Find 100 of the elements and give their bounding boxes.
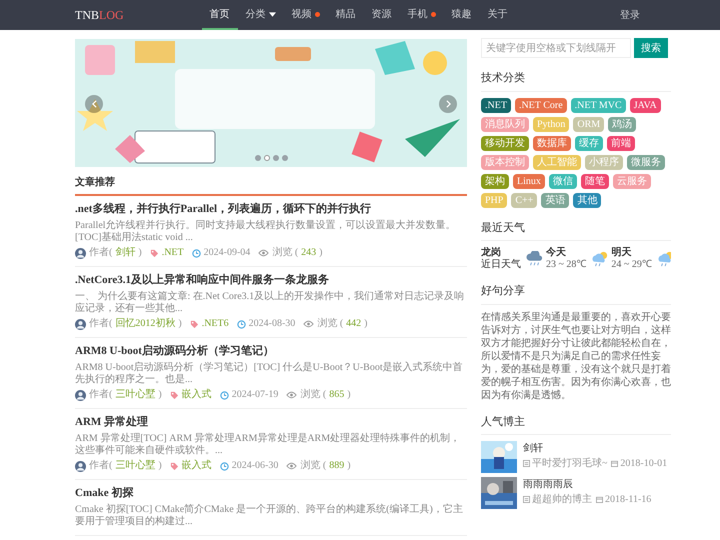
category-tag[interactable]: 数据库 [533,136,571,150]
article-tag-link[interactable]: .NET [162,247,184,259]
category-tag[interactable]: 人工智能 [533,154,581,170]
article-date: 2024-08-30 [248,318,296,330]
blogger-motto: 超超帅的博主 [532,494,592,505]
calendar-icon [596,496,603,503]
login-link[interactable]: 登录 [620,8,640,22]
category-tag[interactable]: 消息队列 [481,116,529,132]
author-label: ) [138,247,142,259]
views-label: ) [347,389,351,401]
category-tag[interactable]: 小程序 [585,154,623,170]
views-label: 浏览 ( [272,247,298,259]
next-slide-button[interactable] [439,95,457,113]
article-summary: ARM 异常处理[TOC] ARM 异常处理ARM异常处理是ARM处理器处理特殊事件的机制，这些事件可能来自硬件或软件。... [75,433,462,457]
category-tag[interactable]: 缓存 [575,136,603,150]
nav-link[interactable]: 首页 [202,0,238,30]
category-tag[interactable]: 版本控制 [481,154,529,170]
section-title: 技术分类 [481,71,526,86]
nav-link[interactable]: 关于 [480,0,516,30]
category-tag[interactable]: .NET MVC [570,98,626,112]
author-label: 作者( [89,389,112,401]
views-label: 浏览 ( [317,318,344,330]
nav-link[interactable]: 视频 [284,0,328,30]
category-tag[interactable]: JAVA [630,98,661,112]
forecast-day: 今天 [546,247,586,259]
view-count: 865 [329,389,344,401]
search-button[interactable]: 搜索 [634,38,668,58]
article-title[interactable]: .net多线程，并行执行Parallel，列表遍历，循环下的并行执行 [75,202,467,217]
previous-slide-button[interactable] [85,95,103,113]
category-tag[interactable]: .NET [481,98,511,112]
author-link[interactable]: 回忆2012初秋 [115,318,176,330]
author-label: 作者( [89,247,112,259]
category-tag[interactable]: C++ [511,192,538,208]
note-icon [523,496,530,503]
nav-link[interactable]: 猿趣 [444,0,480,30]
section-title: 好句分享 [481,284,526,299]
tag-icon [170,390,179,400]
nav-link[interactable]: 手机 [400,0,444,30]
eye-icon [286,462,298,470]
category-tag[interactable]: 移动开发 [481,136,529,150]
category-tag[interactable]: 微信 [548,174,577,188]
category-tag[interactable]: .NET Core [514,98,567,112]
author-link[interactable]: 剑轩 [115,247,136,259]
author-label: ) [178,318,182,330]
blogger-motto: 平时爱打羽毛球~ [532,458,608,469]
section-title: 最近天气 [481,220,526,236]
view-count: 442 [346,318,362,330]
nav-link[interactable]: 资源 [364,0,400,30]
blogger-date: 2018-10-01 [620,458,668,469]
article-title[interactable]: ARM 异常处理 [75,415,467,430]
category-tag[interactable]: 架构 [481,174,509,188]
category-tag[interactable]: 英语 [541,192,570,208]
section-title: 人气博主 [481,414,526,430]
category-tag[interactable]: 云服务 [612,174,651,188]
avatar-icon [75,248,86,258]
author-label: ) [158,460,162,472]
blogger-name[interactable]: 雨雨雨雨辰 [523,477,652,492]
site-logo[interactable]: TNBLOG [75,9,124,21]
tag-icon [150,248,159,258]
article-summary: ARM8 U-boot启动源码分析（学习笔记）[TOC] 什么是U-Boot？U-Boot是嵌入式系统中首先执行的程序之一。也是... [75,362,464,386]
rain-cloud-icon [526,251,544,267]
article-title[interactable]: .NetCore3.1及以上异常和响应中间件服务一条龙服务 [75,273,467,288]
chevron-right-icon [446,100,450,108]
article-date: 2024-06-30 [232,460,278,472]
article-date: 2024-07-19 [232,389,278,401]
note-icon [523,460,530,467]
sun-rain-cloud-icon [656,251,671,267]
category-tag[interactable]: 其他 [573,192,602,208]
category-tag[interactable]: ORM [573,116,604,132]
clock-icon [220,390,229,400]
article-tag-link[interactable]: 嵌入式 [182,460,212,472]
author-label: 作者( [89,318,112,330]
category-tag[interactable]: Python [533,116,570,132]
category-tag[interactable]: 鸡汤 [608,116,636,132]
views-label: ) [319,247,322,259]
article-summary: Parallel允许线程并行执行。同时支持最大线程执行数量设置，可以设置最大并发数量。 [TOC]基础用法static void ... [75,220,457,244]
blogger-name[interactable]: 剑轩 [523,441,668,456]
forecast-temperature: 24 ~ 29℃ [611,259,652,271]
avatar-icon [75,390,86,400]
article-tag-link[interactable]: 嵌入式 [182,389,212,401]
views-label: 浏览 ( [300,389,326,401]
avatar-icon [75,460,86,472]
article-tag-link[interactable]: .NET6 [202,318,229,330]
category-tag[interactable]: 微服务 [627,154,665,170]
author-label: ) [158,389,162,401]
article-title[interactable]: Cmake 初探 [75,486,467,501]
author-link[interactable]: 三叶心墅 [115,460,156,472]
category-tag[interactable]: Linux [513,174,545,188]
search-field[interactable]: 关键字使用空格或下划线隔开 [481,38,631,58]
article-summary: Cmake 初探[TOC] CMake简介CMake 是一个开源的、跨平台的构建系统(编译工具)，它主要用于管理项目的构建过... [75,504,464,528]
forecast-day: 明天 [611,247,652,259]
nav-link[interactable]: 精品 [328,0,364,30]
category-tag[interactable]: PHP [481,192,508,208]
view-count: 889 [329,460,344,472]
author-link[interactable]: 三叶心墅 [115,389,156,401]
blogger-date: 2018-11-16 [605,494,652,505]
category-tag[interactable]: 随笔 [580,174,609,188]
category-tag[interactable]: 前端 [607,136,635,150]
nav-link[interactable]: 分类 [238,0,284,30]
article-title[interactable]: ARM8 U-boot启动源码分析（学习笔记） [75,344,467,359]
